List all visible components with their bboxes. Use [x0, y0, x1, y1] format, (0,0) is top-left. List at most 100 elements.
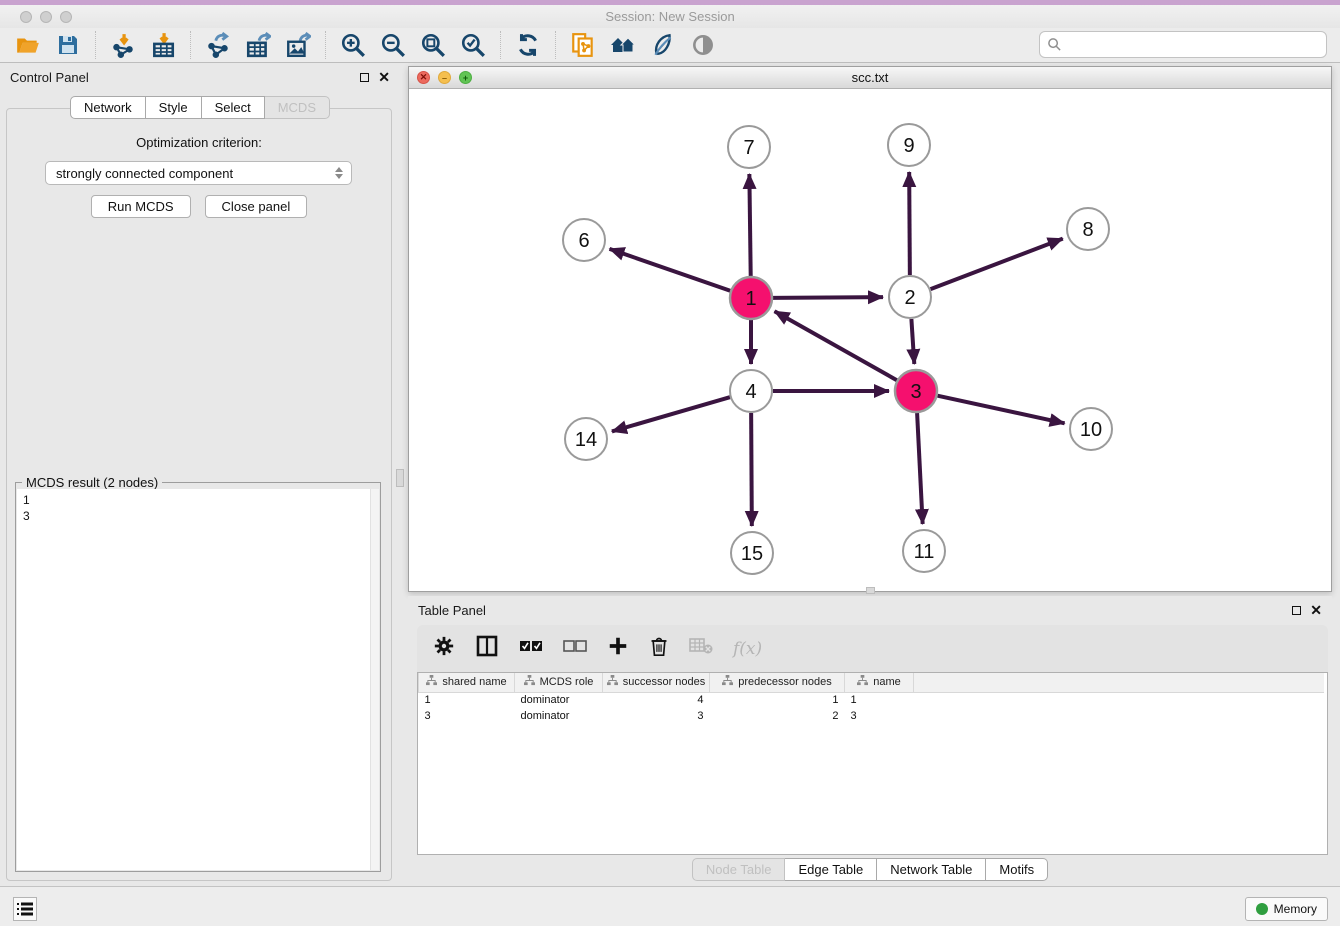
cell[interactable]: 1: [419, 692, 515, 708]
cell[interactable]: 2: [710, 708, 845, 724]
vertical-splitter-grip[interactable]: [396, 469, 404, 487]
cell[interactable]: 3: [603, 708, 710, 724]
task-history-button[interactable]: [13, 897, 37, 921]
window-titlebar: Session: New Session: [0, 5, 1340, 28]
tab-network-table[interactable]: Network Table: [877, 858, 986, 881]
edge-1-7[interactable]: [749, 174, 750, 276]
zoom-out-icon[interactable]: [378, 30, 408, 60]
search-icon: [1047, 37, 1062, 52]
column-header-shared-name[interactable]: shared name: [419, 673, 515, 692]
run-mcds-button[interactable]: Run MCDS: [91, 195, 191, 218]
column-header-successor-nodes[interactable]: successor nodes: [603, 673, 710, 692]
network-window: ✕ – + scc.txt 7968124314101511: [408, 66, 1332, 592]
close-table-panel-icon[interactable]: ✕: [1310, 605, 1322, 615]
node-label-15: 15: [741, 543, 763, 565]
tab-edge-table[interactable]: Edge Table: [785, 858, 877, 881]
edge-3-10[interactable]: [937, 396, 1064, 424]
network-window-title: scc.txt: [409, 70, 1331, 85]
edge-4-15[interactable]: [751, 413, 752, 526]
columns-icon[interactable]: [475, 634, 499, 663]
memory-button[interactable]: Memory: [1245, 897, 1328, 921]
save-icon[interactable]: [53, 30, 83, 60]
criterion-dropdown[interactable]: strongly connected component: [45, 161, 352, 185]
table-tabs: Node Table Edge Table Network Table Moti…: [408, 858, 1332, 881]
cell[interactable]: 3: [419, 708, 515, 724]
home-icon[interactable]: [608, 30, 638, 60]
delete-row-icon[interactable]: [649, 635, 669, 662]
gear-icon[interactable]: [433, 635, 455, 662]
column-header-predecessor-nodes[interactable]: predecessor nodes: [710, 673, 845, 692]
network-graph[interactable]: 7968124314101511: [409, 89, 1331, 592]
cell[interactable]: dominator: [515, 708, 603, 724]
add-row-icon[interactable]: [607, 635, 629, 662]
tab-style[interactable]: Style: [146, 96, 202, 119]
import-network-icon[interactable]: [108, 30, 138, 60]
edge-3-1[interactable]: [775, 311, 897, 380]
zoom-selected-icon[interactable]: [458, 30, 488, 60]
node-label-10: 10: [1080, 419, 1102, 441]
edge-2-3[interactable]: [911, 319, 914, 364]
function-builder-icon[interactable]: f(x): [733, 639, 762, 659]
memory-label: Memory: [1274, 902, 1317, 916]
cell[interactable]: 4: [603, 692, 710, 708]
zoom-in-icon[interactable]: [338, 30, 368, 60]
cell[interactable]: dominator: [515, 692, 603, 708]
table-toolbar: f(x): [417, 625, 1328, 672]
column-header-MCDS-role[interactable]: MCDS role: [515, 673, 603, 692]
export-table-icon[interactable]: [243, 30, 273, 60]
search-input[interactable]: [1066, 37, 1326, 52]
network-canvas[interactable]: 7968124314101511: [409, 89, 1331, 591]
close-panel-button[interactable]: Close panel: [205, 195, 308, 218]
network-document-icon[interactable]: [568, 30, 598, 60]
close-panel-icon[interactable]: ✕: [378, 72, 390, 82]
result-line: 1: [23, 492, 373, 508]
result-scrollbar[interactable]: [370, 489, 379, 870]
cell[interactable]: 3: [845, 708, 914, 724]
edge-1-2[interactable]: [773, 297, 883, 298]
select-all-icon[interactable]: [519, 638, 543, 659]
table-row[interactable]: 1dominator411: [419, 692, 1324, 708]
tab-network[interactable]: Network: [70, 96, 146, 119]
mcds-result-list[interactable]: 13: [17, 489, 379, 870]
float-panel-icon[interactable]: [360, 73, 369, 82]
cell[interactable]: 1: [710, 692, 845, 708]
export-network-icon[interactable]: [203, 30, 233, 60]
cell[interactable]: 1: [845, 692, 914, 708]
hierarchy-icon: [722, 675, 733, 689]
edge-4-14[interactable]: [612, 397, 730, 431]
edge-2-8[interactable]: [931, 239, 1063, 290]
unselect-all-icon[interactable]: [563, 638, 587, 659]
edge-1-6[interactable]: [610, 249, 731, 291]
refresh-layout-icon[interactable]: [513, 30, 543, 60]
tab-node-table[interactable]: Node Table: [692, 858, 786, 881]
status-bar: Memory: [0, 886, 1340, 926]
export-image-icon[interactable]: [283, 30, 313, 60]
window-title: Session: New Session: [0, 9, 1340, 24]
edge-3-11[interactable]: [917, 413, 923, 524]
list-icon: [17, 902, 33, 916]
control-panel-title: Control Panel: [10, 70, 89, 85]
memory-status-icon: [1256, 903, 1268, 915]
toolbar-separator: [500, 31, 501, 59]
node-label-8: 8: [1082, 219, 1093, 241]
column-header-name[interactable]: name: [845, 673, 914, 692]
horizontal-splitter-grip[interactable]: [866, 587, 875, 594]
import-table-icon[interactable]: [148, 30, 178, 60]
open-folder-icon[interactable]: [13, 30, 43, 60]
mcds-panel: Optimization criterion: strongly connect…: [6, 108, 392, 881]
tab-mcds[interactable]: MCDS: [265, 96, 330, 119]
edge-2-9[interactable]: [909, 172, 910, 275]
zoom-fit-icon[interactable]: [418, 30, 448, 60]
show-hide-eye-icon[interactable]: [688, 30, 718, 60]
tab-select[interactable]: Select: [202, 96, 265, 119]
style-paint-icon[interactable]: [648, 30, 678, 60]
network-window-titlebar[interactable]: ✕ – + scc.txt: [409, 67, 1331, 89]
table-header-row: shared nameMCDS rolesuccessor nodesprede…: [419, 673, 1324, 692]
node-table: shared nameMCDS rolesuccessor nodesprede…: [417, 672, 1328, 855]
table-row[interactable]: 3dominator323: [419, 708, 1324, 724]
node-label-6: 6: [578, 230, 589, 252]
dropdown-stepper-icon: [335, 167, 343, 179]
float-table-panel-icon[interactable]: [1292, 606, 1301, 615]
delete-table-icon[interactable]: [689, 637, 713, 660]
tab-motifs[interactable]: Motifs: [986, 858, 1048, 881]
